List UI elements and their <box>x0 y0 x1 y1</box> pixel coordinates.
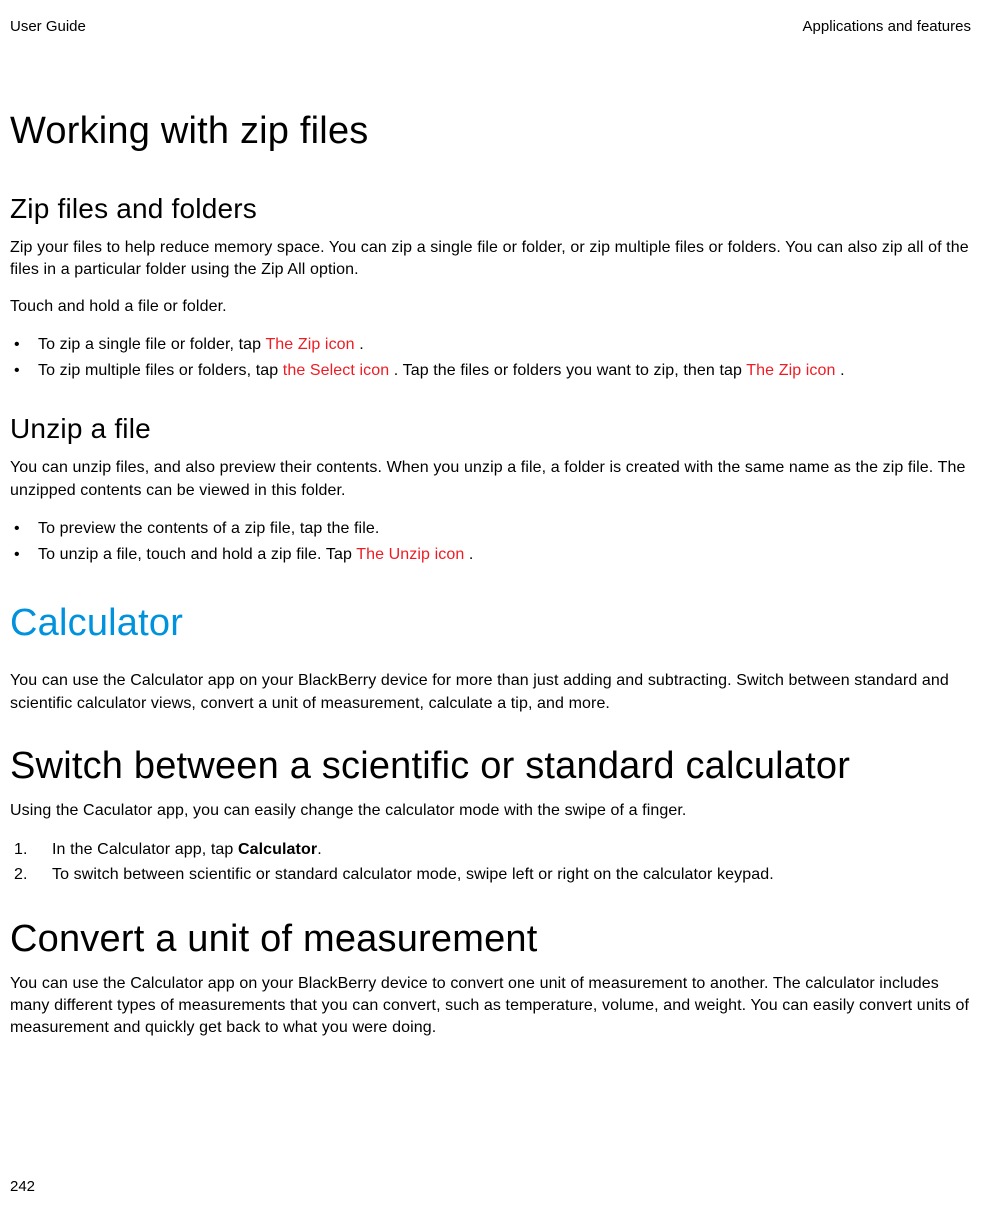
zip-li2-text-c: . Tap the files or folders you want to z… <box>394 362 746 379</box>
switch-list-item-1: In the Calculator app, tap Calculator. <box>10 837 971 863</box>
header-right: Applications and features <box>803 18 971 35</box>
zip-li2-text-a: To zip multiple files or folders, tap <box>38 362 283 379</box>
zip-li1-text-c: . <box>359 336 364 353</box>
zip-li2-text-e: . <box>840 362 845 379</box>
unzip-li2-text-c: . <box>469 546 474 563</box>
unzip-list-item-2: To unzip a file, touch and hold a zip fi… <box>10 542 971 568</box>
convert-paragraph-1: You can use the Calculator app on your B… <box>10 973 971 1040</box>
switch-paragraph-1: Using the Caculator app, you can easily … <box>10 800 971 822</box>
header-left: User Guide <box>10 18 86 35</box>
calculator-paragraph-1: You can use the Calculator app on your B… <box>10 670 971 715</box>
zip-paragraph-1: Zip your files to help reduce memory spa… <box>10 237 971 282</box>
zip-list-item-2: To zip multiple files or folders, tap th… <box>10 358 971 384</box>
section-convert-heading: Convert a unit of measurement <box>10 918 971 961</box>
switch-li1-text-c: . <box>317 841 322 858</box>
zip-icon-ref-2: The Zip icon <box>746 362 840 379</box>
switch-li1-text-a: In the Calculator app, tap <box>52 841 238 858</box>
section-switch-heading: Switch between a scientific or standard … <box>10 745 971 788</box>
chapter-calculator-heading: Calculator <box>10 602 971 645</box>
page-number: 242 <box>10 1178 35 1195</box>
unzip-bullet-list: To preview the contents of a zip file, t… <box>10 516 971 567</box>
section-zip-heading: Zip files and folders <box>10 193 971 225</box>
zip-bullet-list: To zip a single file or folder, tap The … <box>10 332 971 383</box>
page-header: User Guide Applications and features <box>10 18 971 35</box>
select-icon-ref: the Select icon <box>283 362 394 379</box>
switch-li1-bold: Calculator <box>238 841 317 858</box>
switch-list-item-2: To switch between scientific or standard… <box>10 862 971 888</box>
page-title: Working with zip files <box>10 110 971 153</box>
unzip-list-item-1: To preview the contents of a zip file, t… <box>10 516 971 542</box>
unzip-li2-text-a: To unzip a file, touch and hold a zip fi… <box>38 546 356 563</box>
unzip-icon-ref: The Unzip icon <box>356 546 469 563</box>
zip-li1-text-a: To zip a single file or folder, tap <box>38 336 265 353</box>
zip-icon-ref: The Zip icon <box>265 336 359 353</box>
unzip-paragraph-1: You can unzip files, and also preview th… <box>10 457 971 502</box>
section-unzip-heading: Unzip a file <box>10 413 971 445</box>
zip-list-item-1: To zip a single file or folder, tap The … <box>10 332 971 358</box>
zip-paragraph-2: Touch and hold a file or folder. <box>10 296 971 318</box>
switch-numbered-list: In the Calculator app, tap Calculator. T… <box>10 837 971 888</box>
